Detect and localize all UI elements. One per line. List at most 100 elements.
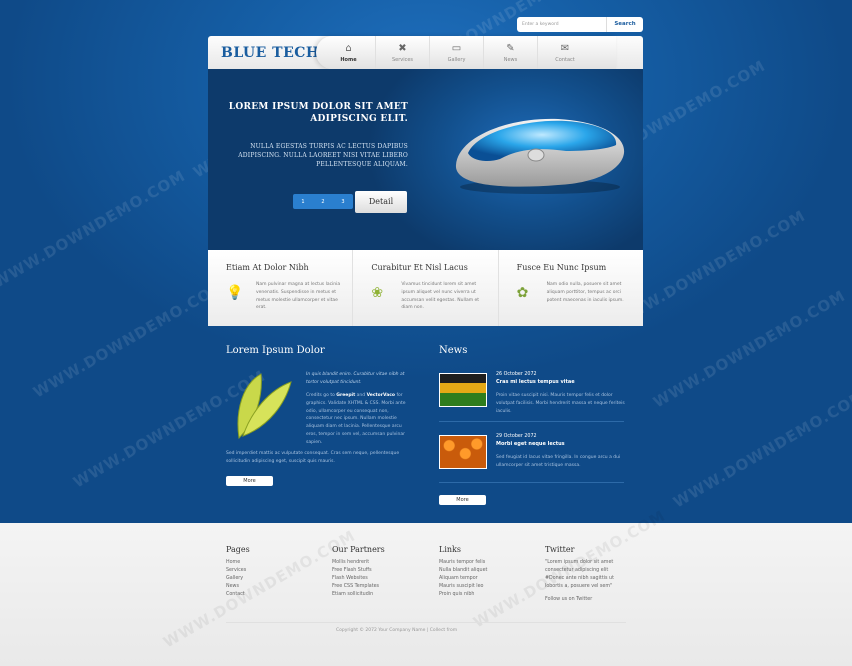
- slider-pager: 1 2 3: [293, 194, 353, 209]
- footer-link[interactable]: Free Flash Stuffs: [332, 567, 379, 575]
- twitter-feed: "Lorem ipsum dolor sit amet consectetur …: [545, 559, 614, 604]
- about-heading: Lorem Ipsum Dolor: [226, 345, 325, 356]
- feature-text: Vivamus tincidunt lorem sit amet ipsum a…: [401, 282, 480, 311]
- nav-label: Services: [391, 56, 414, 63]
- news-date: 29 October 2072: [496, 434, 537, 439]
- award-icon: ❀: [371, 285, 384, 301]
- hero-title: LOREM IPSUM DOLOR SIT AMET ADIPISCING EL…: [228, 102, 408, 124]
- copyright-text: Copyright © 2072 Your Company Name: [336, 628, 426, 633]
- footer-link[interactable]: Contact: [226, 591, 246, 599]
- feature-text: Nam odio nulla, posuere sit amet aliquam…: [546, 282, 624, 303]
- pager-page-3[interactable]: 3: [341, 199, 344, 205]
- footer-divider: [226, 622, 626, 623]
- footer-link[interactable]: Home: [226, 559, 246, 567]
- nav-item-contact[interactable]: ✉ Contact: [538, 36, 592, 69]
- mail-icon: ✉: [560, 42, 570, 54]
- feature-title: Fusce Eu Nunc Ipsum: [516, 263, 607, 272]
- footer-link[interactable]: Services: [226, 567, 246, 575]
- search-input[interactable]: Enter a keyword: [517, 22, 606, 27]
- nav-item-gallery[interactable]: ▭ Gallery: [430, 36, 484, 69]
- footer-link[interactable]: News: [226, 583, 246, 591]
- footer-background: [0, 523, 852, 666]
- footer-link[interactable]: Mauris suscipit leo: [439, 583, 487, 591]
- plant-icon: ✿: [516, 285, 529, 301]
- feature-title: Curabitur Et Nisl Lacus: [371, 263, 468, 272]
- footer-link[interactable]: Aliquam tempor: [439, 575, 487, 583]
- lightbulb-icon: 💡: [226, 285, 244, 301]
- monitor-icon: ▭: [451, 42, 462, 54]
- search-button[interactable]: Search: [606, 17, 643, 32]
- follow-twitter-link[interactable]: Follow us on Twitter: [545, 596, 614, 604]
- mouse-image: [455, 118, 625, 194]
- news-text: Sed feugiat id lacus vitae fringilla. In…: [496, 455, 621, 468]
- edit-icon: ✎: [506, 42, 515, 54]
- footer-links-heading: Links: [439, 545, 461, 554]
- about-body: for graphics. Validate XHTML & CSS. Morb…: [306, 393, 406, 445]
- nav-item-news[interactable]: ✎ News: [484, 36, 538, 69]
- tools-icon: ✖: [398, 42, 407, 54]
- nav-label: News: [503, 56, 518, 63]
- nav-label: Gallery: [447, 56, 466, 63]
- footer-pages-heading: Pages: [226, 545, 250, 554]
- copyright: Copyright © 2072 Your Company Name | Col…: [336, 628, 457, 633]
- footer-partners-heading: Our Partners: [332, 545, 385, 554]
- nav-label: Home: [340, 56, 357, 63]
- credit-link-vectorvaco[interactable]: VectorVaco: [367, 393, 395, 398]
- hero-text: NULLA EGESTAS TURPIS AC LECTUS DAPIBUS A…: [238, 143, 408, 168]
- footer-links-list: Mauris tempor felis Nulla blandit alique…: [439, 559, 487, 599]
- credits-prefix: Credits go to: [306, 393, 337, 398]
- main-nav: ⌂ Home ✖ Services ▭ Gallery ✎ News ✉ Con…: [322, 36, 592, 69]
- footer-link[interactable]: Proin quis nibh: [439, 591, 487, 599]
- features-strip: Etiam At Dolor Nibh 💡 Nam pulvinar magna…: [208, 250, 643, 326]
- news-item: 26 October 2072 Cras mi lectus tempus vi…: [439, 372, 625, 418]
- news-more-button[interactable]: More: [439, 495, 486, 505]
- logo[interactable]: BLUE TECH: [221, 45, 320, 61]
- nav-item-home[interactable]: ⌂ Home: [322, 36, 376, 69]
- home-icon: ⌂: [345, 42, 352, 54]
- footer-link[interactable]: Mauris tempor felis: [439, 559, 487, 567]
- news-text: Proin vitae suscipit nisi. Mauris tempor…: [496, 393, 625, 414]
- footer-twitter-heading: Twitter: [545, 545, 575, 554]
- hero-banner: LOREM IPSUM DOLOR SIT AMET ADIPISCING EL…: [208, 69, 643, 250]
- about-text-2: Sed imperdiet mattis ac vulputate conseq…: [226, 451, 400, 464]
- designed-by-text[interactable]: Collect from: [430, 628, 457, 633]
- footer-link[interactable]: Etiam sollicitudin: [332, 591, 379, 599]
- tweet-line: lobortis a, posuere vel sem": [545, 584, 613, 589]
- feature-card: Fusce Eu Nunc Ipsum ✿ Nam odio nulla, po…: [499, 250, 643, 326]
- news-title[interactable]: Morbi eget neque lectus: [496, 441, 565, 447]
- credits-mid: and: [355, 393, 367, 398]
- nav-item-services[interactable]: ✖ Services: [376, 36, 430, 69]
- about-text: Credits go to Greepit and VectorVaco for…: [306, 392, 414, 447]
- nav-label: Contact: [555, 56, 575, 63]
- feature-title: Etiam At Dolor Nibh: [226, 263, 309, 272]
- footer-partners-list: Mollis hendrerit Free Flash Stuffs Flash…: [332, 559, 379, 599]
- news-title[interactable]: Cras mi lectus tempus vitae: [496, 379, 575, 385]
- tweet-line: consectetur adipiscing elit: [545, 568, 609, 573]
- detail-button[interactable]: Detail: [355, 191, 407, 213]
- footer-link[interactable]: Flash Websites: [332, 575, 379, 583]
- feature-text: Nam pulvinar magna at lectus lacinia ven…: [256, 282, 341, 311]
- pager-page-1[interactable]: 1: [301, 199, 304, 205]
- header: BLUE TECH ⌂ Home ✖ Services ▭ Gallery ✎ …: [208, 36, 643, 69]
- tweet-line: #Donec ante nibh sagittis ut: [545, 576, 614, 581]
- footer-link[interactable]: Free CSS Templates: [332, 583, 379, 591]
- credit-link-greepit[interactable]: Greepit: [336, 393, 355, 398]
- feature-card: Curabitur Et Nisl Lacus ❀ Vivamus tincid…: [353, 250, 499, 326]
- tulips-thumbnail[interactable]: [439, 373, 487, 407]
- divider: [439, 421, 624, 422]
- pager-page-2[interactable]: 2: [321, 199, 324, 205]
- feature-card: Etiam At Dolor Nibh 💡 Nam pulvinar magna…: [208, 250, 354, 326]
- footer-link[interactable]: Nulla blandit aliquet: [439, 567, 487, 575]
- divider: [439, 482, 624, 483]
- news-heading: News: [439, 345, 468, 356]
- tweet-line: "Lorem ipsum dolor sit amet: [545, 560, 614, 565]
- news-date: 26 October 2072: [496, 372, 537, 377]
- footer-link[interactable]: Mollis hendrerit: [332, 559, 379, 567]
- oranges-thumbnail[interactable]: [439, 435, 487, 469]
- footer-pages-list: Home Services Gallery News Contact: [226, 559, 246, 599]
- about-intro: In quis blandit enim. Curabitur vitae ni…: [306, 372, 405, 385]
- news-item: 29 October 2072 Morbi eget neque lectus …: [439, 434, 624, 480]
- footer-link[interactable]: Gallery: [226, 575, 246, 583]
- search-box: Enter a keyword Search: [517, 17, 643, 32]
- about-more-button[interactable]: More: [226, 476, 273, 486]
